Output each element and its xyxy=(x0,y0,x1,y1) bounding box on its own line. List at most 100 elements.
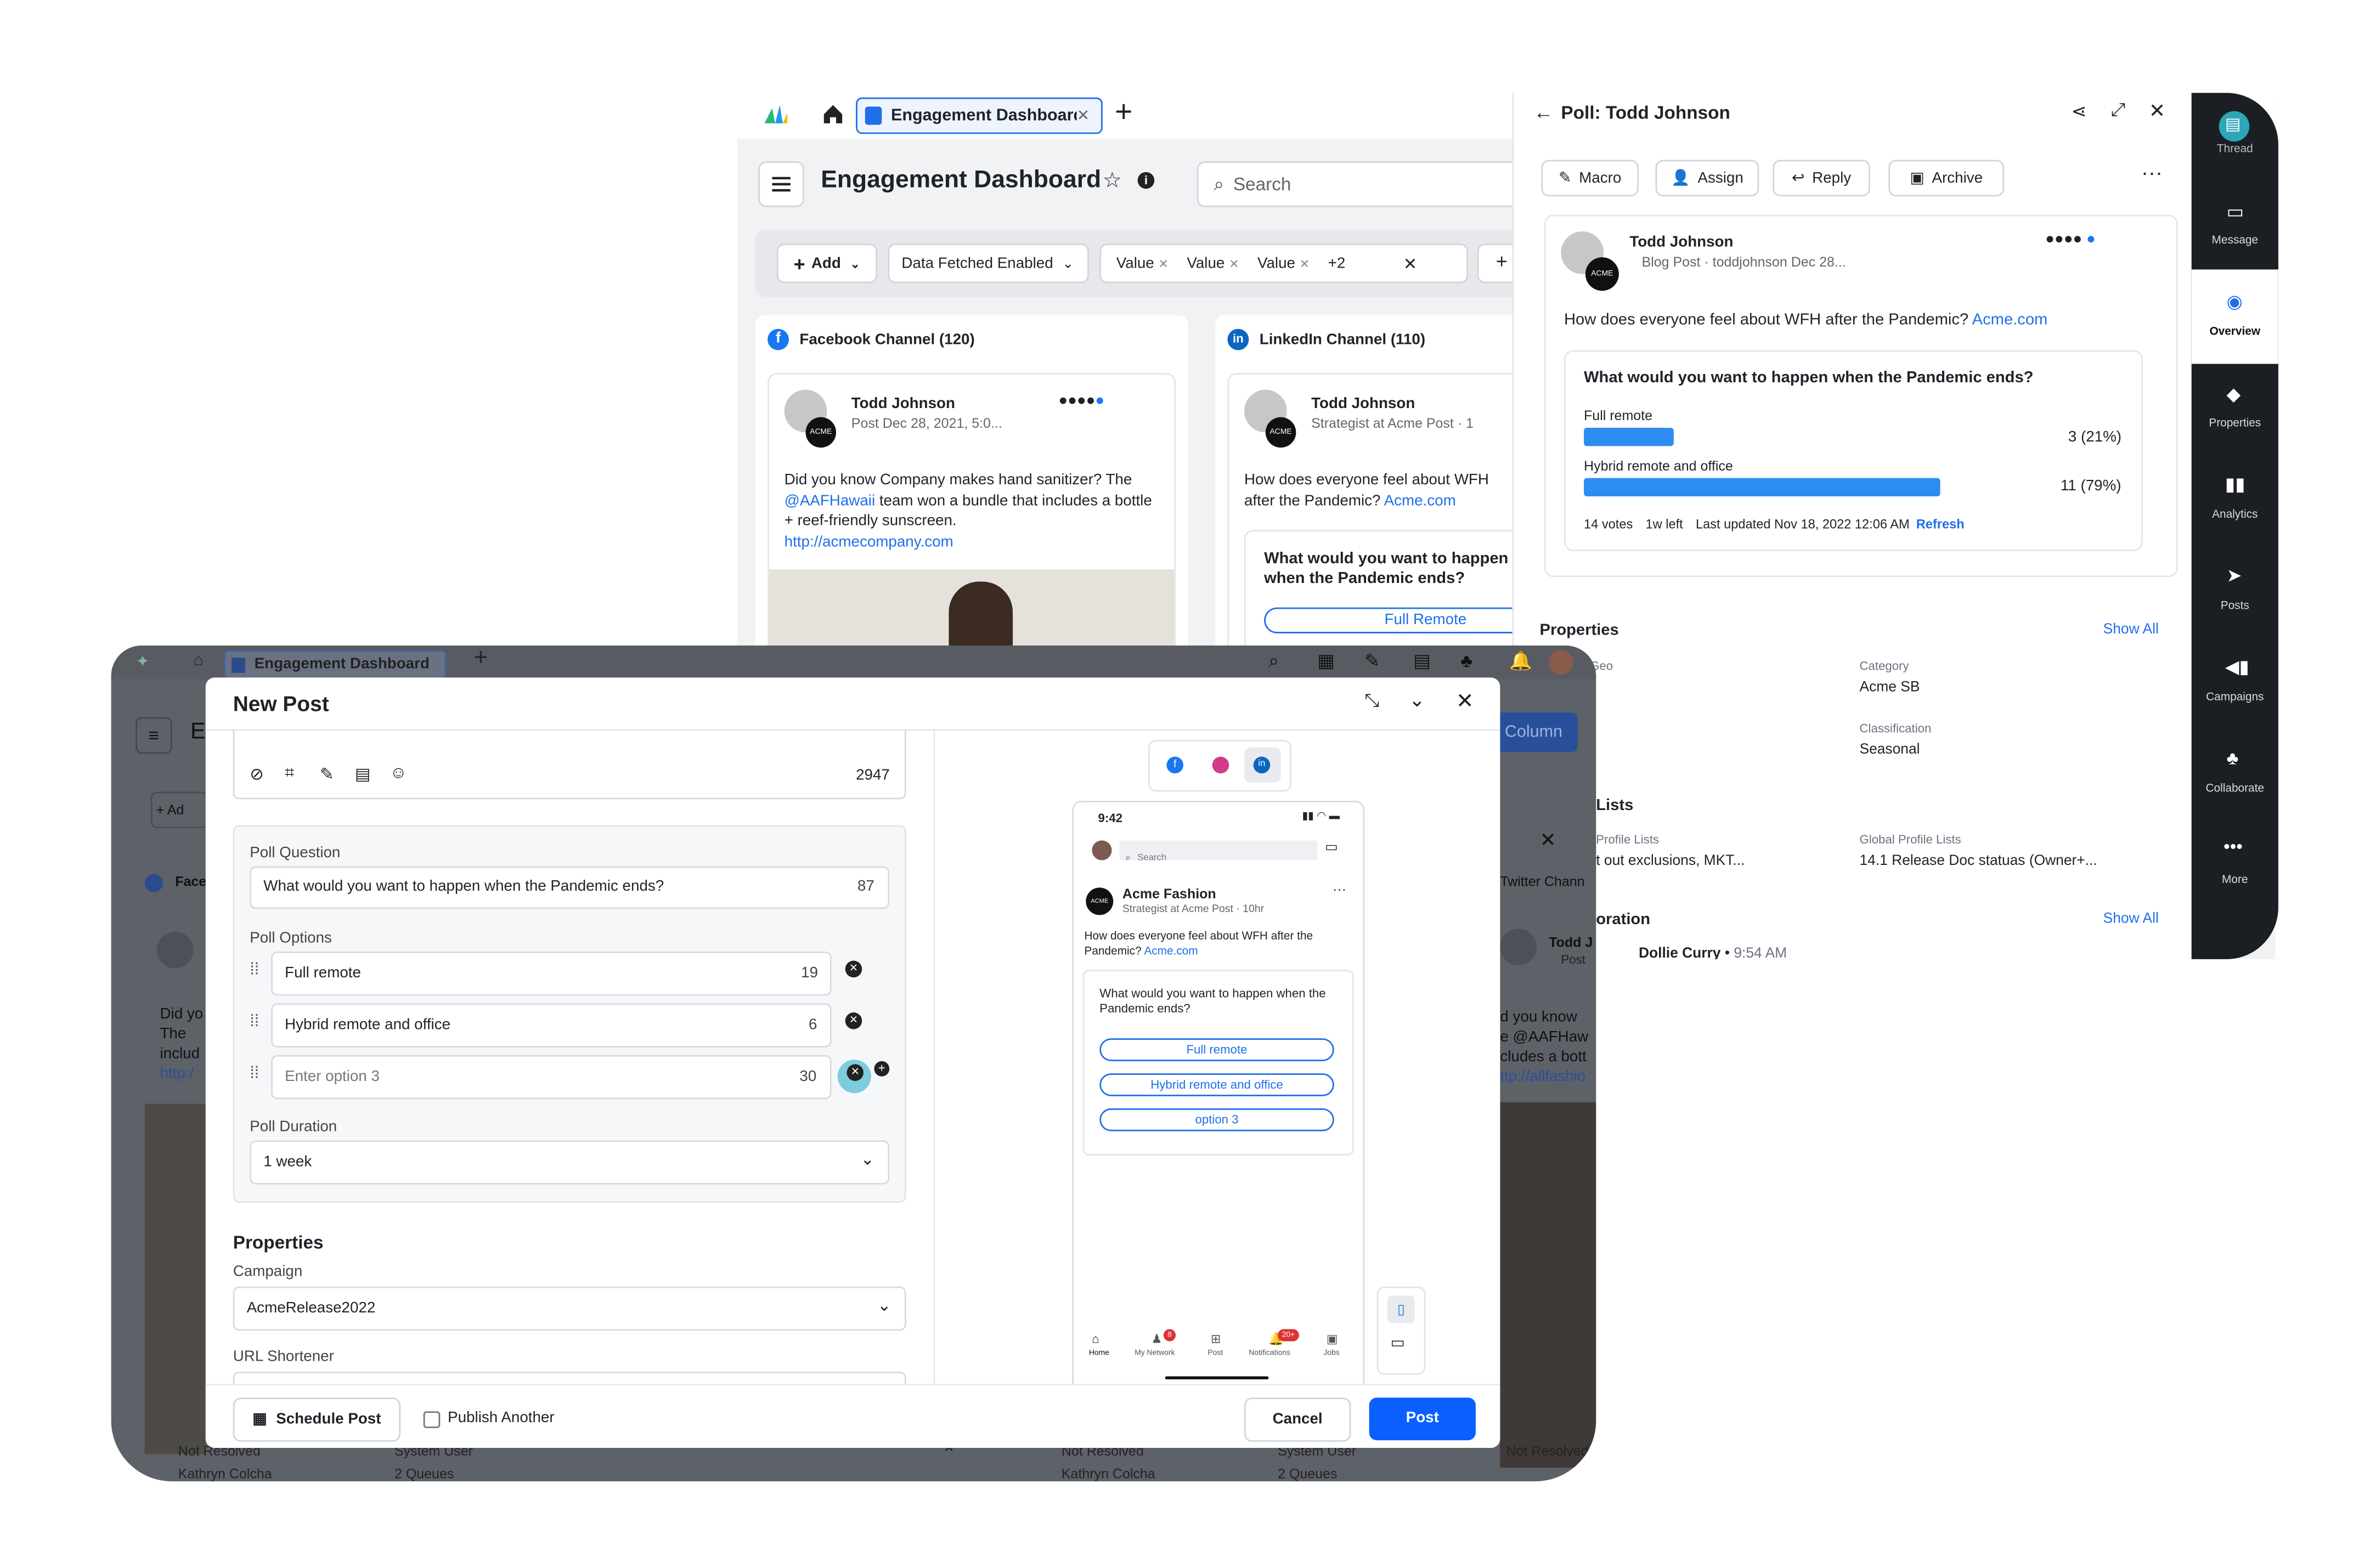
value-chip[interactable]: Value ✕ xyxy=(1116,255,1169,272)
close-icon[interactable]: ✕ xyxy=(2149,99,2165,123)
document-icon[interactable]: ▤ xyxy=(355,765,371,784)
bell-icon[interactable]: 🔔 xyxy=(1509,650,1532,671)
calendar-icon[interactable]: ▤ xyxy=(1413,650,1430,671)
post-link[interactable]: Acme.com xyxy=(1972,310,2048,329)
poll-duration-select[interactable]: 1 week ⌄ xyxy=(250,1140,890,1185)
rail-message[interactable]: ▭ Message xyxy=(2192,181,2278,269)
expand-icon[interactable]: ⤢ xyxy=(2111,99,2126,122)
tab-engagement-dashboard[interactable]: Engagement Dashboard ✕ xyxy=(856,97,1103,134)
attach-icon[interactable]: ✎ xyxy=(320,765,334,784)
nav-home[interactable]: Home xyxy=(1089,1349,1109,1358)
share-icon[interactable]: ⋖ xyxy=(2071,100,2086,122)
close-tab-icon[interactable]: ✕ xyxy=(1077,107,1090,124)
instagram-icon[interactable] xyxy=(1212,756,1229,774)
preview-link[interactable]: Acme.com xyxy=(1144,943,1198,957)
facebook-icon[interactable]: f xyxy=(1166,756,1183,774)
star-icon[interactable]: ☆ xyxy=(1103,167,1122,193)
poll-question-input[interactable]: What would you want to happen when the P… xyxy=(250,866,890,909)
preview-option[interactable]: option 3 xyxy=(1099,1108,1334,1131)
hamburger-menu-icon[interactable] xyxy=(758,161,804,207)
more-actions-icon[interactable]: ··· xyxy=(2141,160,2163,184)
nav-network[interactable]: My Network xyxy=(1135,1349,1175,1358)
post-button[interactable]: Post xyxy=(1369,1397,1476,1441)
value-chips-field[interactable]: Value ✕ Value ✕ Value ✕ +2 ✕ xyxy=(1099,244,1469,284)
chip-close-icon[interactable]: ✕ xyxy=(1300,257,1310,270)
assign-button[interactable]: 👤 Assign xyxy=(1655,160,1759,197)
refresh-link[interactable]: Refresh xyxy=(1916,516,1965,531)
poll-option-input[interactable]: Hybrid remote and office 6 xyxy=(271,1003,832,1048)
search-input[interactable]: ⌕ Search xyxy=(1197,161,1536,207)
compose-icon[interactable]: ✎ xyxy=(1364,650,1380,671)
emoji-icon[interactable]: ☺ xyxy=(390,765,407,783)
post-link[interactable]: http://acmecompany.com xyxy=(785,534,953,551)
home-icon[interactable] xyxy=(822,104,844,133)
nav-jobs[interactable]: Jobs xyxy=(1323,1349,1339,1358)
apps-grid-icon[interactable]: ▦ xyxy=(1317,650,1334,671)
link-icon[interactable]: ⊘ xyxy=(250,765,264,784)
poll-option-input[interactable]: Full remote 19 xyxy=(271,952,832,996)
cancel-button[interactable]: Cancel xyxy=(1244,1397,1351,1442)
rail-collaborate[interactable]: ♣ Collaborate xyxy=(2192,729,2278,821)
mobile-icon[interactable]: ▯ xyxy=(1387,1295,1415,1323)
add-button[interactable]: + Ad xyxy=(150,791,209,829)
add-tab-icon[interactable]: + xyxy=(1115,96,1132,131)
url-shortener-select[interactable] xyxy=(233,1372,906,1384)
rail-posts[interactable]: ➤ Posts xyxy=(2192,547,2278,638)
close-icon[interactable]: ✕ xyxy=(1456,688,1474,714)
chip-close-icon[interactable]: ✕ xyxy=(1229,257,1239,270)
back-arrow-icon[interactable]: ← xyxy=(1533,100,1553,123)
rail-properties[interactable]: ◆ Properties xyxy=(2192,364,2278,455)
macro-button[interactable]: ✎ Macro xyxy=(1541,160,1639,197)
rail-overview[interactable]: ◉ Overview xyxy=(2191,269,2278,364)
remove-option-icon[interactable]: ✕ xyxy=(845,960,862,978)
mention-link[interactable]: @AAFHawaii xyxy=(785,493,875,510)
poll-option-input[interactable]: Enter option 3 30 xyxy=(271,1055,832,1100)
schedule-post-button[interactable]: ▦ Schedule Post xyxy=(233,1397,401,1442)
publish-another-checkbox[interactable] xyxy=(423,1411,441,1428)
post-link[interactable]: Acme.com xyxy=(1384,493,1456,510)
drag-handle-icon[interactable]: ⁞⁞ xyxy=(250,961,259,979)
show-all-link[interactable]: Show All xyxy=(2103,910,2159,927)
column-button[interactable]: Column xyxy=(1489,712,1578,752)
add-filter-button[interactable]: + Add ⌄ xyxy=(776,244,877,284)
search-icon[interactable]: ⌕ xyxy=(1268,650,1279,673)
drag-handle-icon[interactable]: ⁞⁞ xyxy=(250,1012,259,1031)
home-icon[interactable]: ⌂ xyxy=(194,652,204,670)
reply-button[interactable]: ↩ Reply xyxy=(1773,160,1870,197)
remove-option-icon[interactable]: ✕ xyxy=(845,1012,862,1029)
more-chips-label[interactable]: +2 xyxy=(1328,255,1346,272)
crop-icon[interactable]: ⌗ xyxy=(285,765,294,784)
composer-box[interactable]: ⊘ ⌗ ✎ ▤ ☺ 2947 xyxy=(233,729,906,800)
rail-thread[interactable]: ▤ Thread xyxy=(2192,93,2278,181)
hamburger-menu-icon[interactable]: ≡ xyxy=(136,717,172,754)
nav-notifications[interactable]: Notifications xyxy=(1249,1349,1290,1358)
rail-more[interactable]: ••• More xyxy=(2192,820,2278,912)
more-icon[interactable]: ··· xyxy=(1333,881,1346,897)
preview-option[interactable]: Hybrid remote and office xyxy=(1099,1073,1334,1096)
clear-filter-icon[interactable]: ✕ xyxy=(1403,253,1418,273)
tab-engagement-dashboard[interactable]: Engagement Dashboard xyxy=(224,650,447,680)
nav-post[interactable]: Post xyxy=(1207,1349,1223,1358)
add-tab-icon[interactable]: + xyxy=(473,646,488,673)
avatar[interactable] xyxy=(1549,650,1573,675)
chip-close-icon[interactable]: ✕ xyxy=(1158,257,1169,270)
data-fetched-dropdown[interactable]: Data Fetched Enabled ⌄ xyxy=(888,244,1089,284)
minimize-icon[interactable]: ⤡ xyxy=(1364,690,1379,713)
drag-handle-icon[interactable]: ⁞⁞ xyxy=(250,1064,259,1082)
poll-option-button[interactable]: Full Remote xyxy=(1264,607,1550,633)
preview-option[interactable]: Full remote xyxy=(1099,1038,1334,1061)
value-chip[interactable]: Value ✕ xyxy=(1187,255,1239,272)
archive-button[interactable]: ▣ Archive xyxy=(1888,160,2005,197)
collaborate-icon[interactable]: ♣ xyxy=(1460,650,1472,671)
value-chip[interactable]: Value ✕ xyxy=(1257,255,1310,272)
close-icon[interactable]: ✕ xyxy=(1540,828,1556,852)
remove-option-icon[interactable]: ✕ xyxy=(847,1064,864,1081)
chevron-down-icon[interactable]: ⌄ xyxy=(1409,688,1425,712)
rail-campaigns[interactable]: ◀▮ Campaigns xyxy=(2192,638,2278,729)
show-all-link[interactable]: Show All xyxy=(2103,621,2159,638)
linkedin-tab[interactable]: in xyxy=(1244,748,1281,783)
rail-analytics[interactable]: ▮▮ Analytics xyxy=(2192,455,2278,547)
campaign-select[interactable]: AcmeRelease2022 ⌄ xyxy=(233,1286,906,1331)
add-option-icon[interactable]: + xyxy=(874,1061,890,1077)
desktop-icon[interactable]: ▭ xyxy=(1390,1335,1404,1352)
